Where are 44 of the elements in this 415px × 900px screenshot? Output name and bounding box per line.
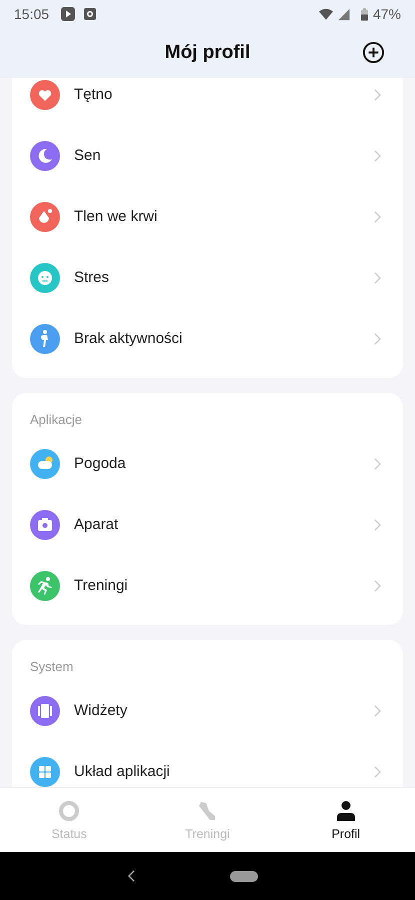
chevron-icon bbox=[374, 458, 381, 470]
nav-tab[interactable]: Profil bbox=[276, 788, 415, 852]
item-label: Tętno bbox=[74, 86, 114, 103]
menu-item[interactable]: Pogoda bbox=[12, 433, 403, 494]
section-heading: Aplikacje bbox=[29, 411, 84, 429]
signal-icon bbox=[336, 8, 351, 20]
section-heading: System bbox=[29, 658, 74, 676]
play-notification-icon bbox=[61, 7, 76, 21]
chevron-icon bbox=[374, 88, 381, 100]
item-label: Aparat bbox=[74, 516, 120, 533]
chevron-icon bbox=[374, 766, 381, 778]
menu-item[interactable]: Sen bbox=[12, 125, 403, 186]
battery-icon bbox=[360, 8, 368, 20]
page-title: Mój profil bbox=[164, 42, 250, 64]
menu-item[interactable]: Aparat bbox=[12, 494, 403, 555]
battery-level: 47% bbox=[372, 6, 401, 22]
item-label: Pogoda bbox=[74, 455, 127, 472]
chevron-icon bbox=[374, 580, 381, 592]
wifi-icon bbox=[318, 8, 333, 20]
chevron-icon bbox=[374, 704, 381, 716]
item-label: Brak aktywności bbox=[74, 330, 184, 347]
clock-time: 15:05 bbox=[14, 6, 50, 22]
chevron-icon bbox=[374, 210, 381, 222]
menu-item[interactable]: Widżety bbox=[12, 680, 403, 741]
item-label: Sen bbox=[74, 147, 102, 164]
menu-item[interactable]: Treningi bbox=[12, 555, 403, 616]
item-label: Treningi bbox=[74, 577, 129, 594]
camera-notification-icon bbox=[83, 7, 98, 21]
menu-item[interactable]: Tętno bbox=[12, 78, 403, 125]
menu-item[interactable]: Tlen we krwi bbox=[12, 186, 403, 247]
menu-item[interactable]: Stres bbox=[12, 247, 403, 308]
chevron-icon bbox=[374, 272, 381, 284]
back-icon[interactable] bbox=[128, 870, 134, 882]
item-label: Stres bbox=[74, 269, 110, 286]
item-label: Widżety bbox=[74, 702, 128, 719]
chevron-icon bbox=[374, 150, 381, 162]
chevron-icon bbox=[374, 332, 381, 344]
home-button[interactable] bbox=[230, 870, 258, 882]
menu-item[interactable]: Brak aktywności bbox=[12, 308, 403, 369]
menu-item[interactable]: Układ aplikacji bbox=[12, 741, 403, 787]
item-label: Tlen we krwi bbox=[74, 208, 158, 225]
add-icon[interactable] bbox=[362, 41, 385, 64]
chevron-icon bbox=[374, 518, 381, 530]
item-label: Układ aplikacji bbox=[74, 763, 171, 780]
